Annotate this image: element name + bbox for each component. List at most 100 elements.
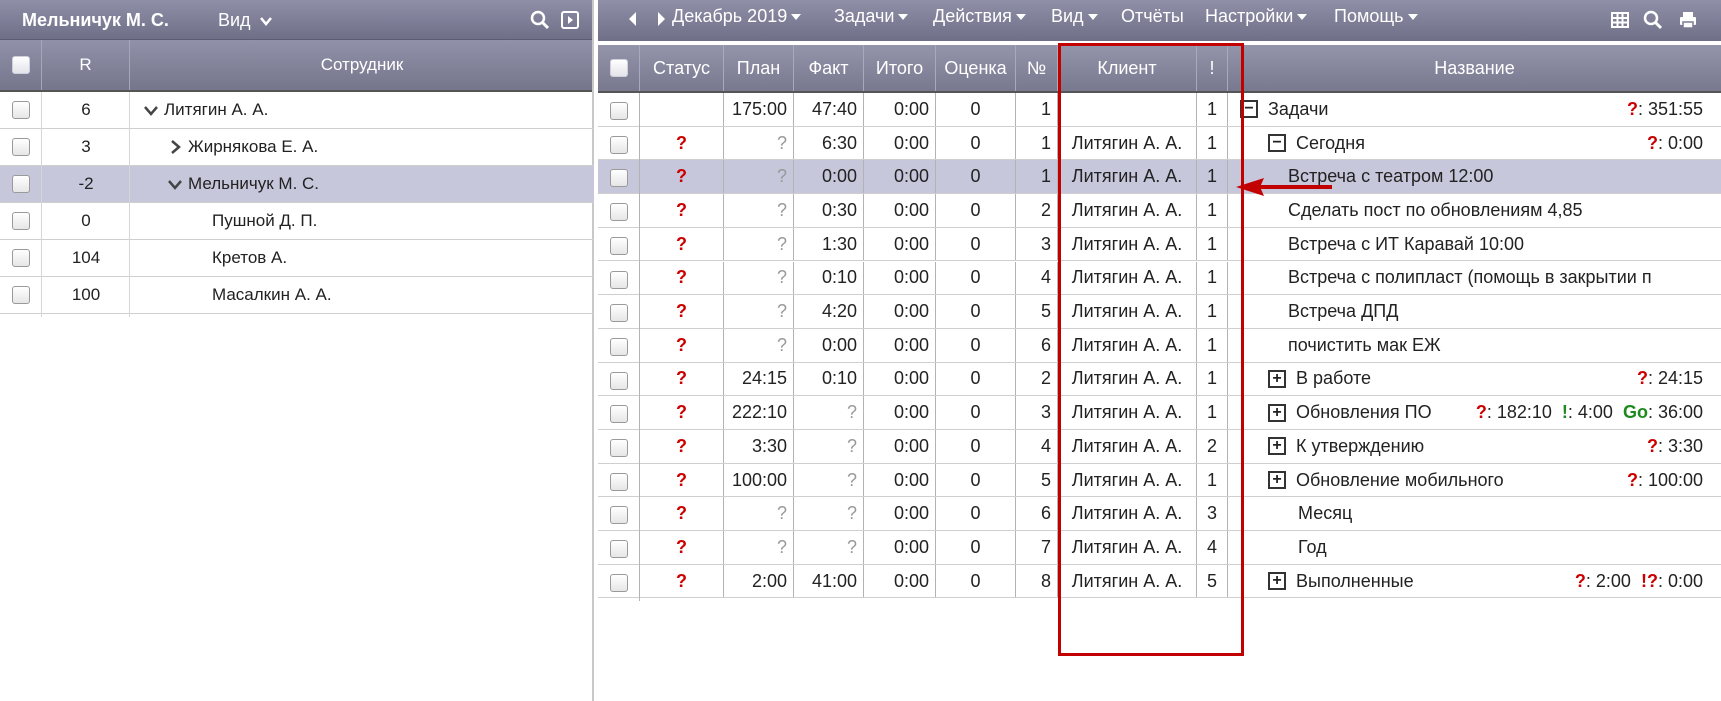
header-number[interactable]: №: [1016, 45, 1058, 91]
search-icon[interactable]: [1643, 10, 1663, 30]
collapse-panel-icon[interactable]: [560, 10, 580, 30]
table-icon[interactable]: [1610, 10, 1630, 30]
priority-cell[interactable]: 1: [1197, 227, 1228, 261]
client-cell[interactable]: Литягин А. А.: [1058, 160, 1197, 194]
employee-row[interactable]: 3 Жирнякова Е. А.: [0, 129, 594, 166]
client-cell[interactable]: Литягин А. А.: [1058, 497, 1197, 531]
employee-name[interactable]: Кретов А.: [212, 248, 287, 268]
status-cell[interactable]: ?: [640, 396, 724, 429]
task-row[interactable]: ?? 0:10 0:00 0 4 Литягин А. А. 1 Встреча с поли…: [598, 261, 1721, 298]
select-all-checkbox[interactable]: [11, 56, 30, 74]
expand-icon[interactable]: +: [1268, 403, 1286, 422]
task-checkbox[interactable]: [609, 135, 628, 154]
task-row[interactable]: ?? 0:00 0:00 0 6 Литягин А. А. 1 почистить мак …: [598, 328, 1721, 365]
task-checkbox[interactable]: [609, 472, 628, 491]
client-cell[interactable]: Литягин А. А.: [1058, 396, 1197, 429]
header-plan[interactable]: План: [724, 45, 794, 91]
client-cell[interactable]: Литягин А. А.: [1058, 227, 1197, 261]
employee-checkbox[interactable]: [12, 175, 30, 193]
task-name-cell[interactable]: − Задачи: [1240, 93, 1328, 126]
task-name-cell[interactable]: почистить мак ЕЖ: [1288, 329, 1441, 362]
employee-row[interactable]: 104 Кретов А.: [0, 240, 594, 277]
client-cell[interactable]: Литягин А. А.: [1058, 362, 1197, 396]
priority-cell[interactable]: 1: [1197, 126, 1228, 160]
expand-icon[interactable]: +: [1268, 369, 1286, 388]
employee-row[interactable]: 6 Литягин А. А.: [0, 92, 594, 129]
task-name-cell[interactable]: + Обновления ПО: [1268, 396, 1432, 429]
task-row[interactable]: ??? 0:00 0 6 Литягин А. А. 3 Месяц: [598, 497, 1721, 534]
task-name-cell[interactable]: Год: [1268, 531, 1327, 564]
print-icon[interactable]: [1678, 10, 1698, 30]
header-fact[interactable]: Факт: [794, 45, 864, 91]
priority-cell[interactable]: 1: [1197, 396, 1228, 429]
priority-cell[interactable]: 1: [1197, 328, 1228, 362]
menu-view[interactable]: Вид: [1051, 6, 1098, 27]
collapse-icon[interactable]: −: [1268, 134, 1286, 153]
expand-icon[interactable]: +: [1268, 437, 1286, 456]
task-checkbox[interactable]: [609, 405, 628, 424]
task-row[interactable]: ? 2:00 41:00 0:00 0 8 Литягин А. А. 5 + Выполненн…: [598, 564, 1721, 601]
employee-checkbox[interactable]: [12, 286, 30, 304]
header-status[interactable]: Статус: [640, 45, 724, 91]
view-menu[interactable]: Вид: [218, 10, 272, 31]
header-name[interactable]: Название: [1228, 45, 1721, 91]
employee-name[interactable]: Мельничук М. С.: [188, 174, 319, 194]
client-cell[interactable]: [1058, 93, 1197, 126]
task-name-cell[interactable]: − Сегодня: [1268, 127, 1365, 160]
task-checkbox[interactable]: [609, 102, 628, 120]
menu-reports[interactable]: Отчёты: [1121, 6, 1184, 27]
priority-cell[interactable]: 1: [1197, 295, 1228, 328]
prev-period-icon[interactable]: [628, 11, 638, 27]
task-row[interactable]: 175:00 47:40 0:00 0 1 1− Задачи?: 351:55: [598, 93, 1721, 129]
employee-row[interactable]: 100 Масалкин А. А.: [0, 277, 594, 314]
employee-row[interactable]: -2 Мельничук М. С.: [0, 166, 594, 203]
collapse-icon[interactable]: −: [1240, 100, 1258, 119]
task-checkbox[interactable]: [609, 337, 628, 356]
task-checkbox[interactable]: [609, 439, 628, 457]
chevron-right-icon[interactable]: [168, 140, 182, 154]
client-cell[interactable]: Литягин А. А.: [1058, 564, 1197, 598]
client-cell[interactable]: Литягин А. А.: [1058, 261, 1197, 295]
header-priority[interactable]: !: [1197, 45, 1228, 91]
task-name-cell[interactable]: + К утверждению: [1268, 430, 1424, 463]
task-name-cell[interactable]: + Выполненные: [1268, 565, 1414, 598]
task-row[interactable]: ? 3:30? 0:00 0 4 Литягин А. А. 2 + К утверждению…: [598, 430, 1721, 466]
priority-cell[interactable]: 2: [1197, 430, 1228, 463]
client-cell[interactable]: Литягин А. А.: [1058, 295, 1197, 328]
priority-cell[interactable]: 1: [1197, 160, 1228, 194]
employee-name[interactable]: Литягин А. А.: [164, 100, 268, 120]
header-select-all-tasks[interactable]: [598, 45, 640, 91]
task-row[interactable]: ?? 0:00 0:00 0 1 Литягин А. А. 1 Встреча с теат…: [598, 160, 1721, 197]
next-period-icon[interactable]: [656, 11, 666, 27]
status-cell[interactable]: ?: [640, 126, 724, 160]
client-cell[interactable]: Литягин А. А.: [1058, 126, 1197, 160]
status-cell[interactable]: ?: [640, 497, 724, 531]
priority-cell[interactable]: 4: [1197, 531, 1228, 564]
header-client[interactable]: Клиент: [1058, 45, 1197, 91]
menu-settings[interactable]: Настройки: [1205, 6, 1308, 27]
task-row[interactable]: ?? 1:30 0:00 0 3 Литягин А. А. 1 Встреча с ИТ К…: [598, 227, 1721, 264]
task-row[interactable]: ?? 0:30 0:00 0 2 Литягин А. А. 1 Сделать пост п…: [598, 194, 1721, 231]
status-cell[interactable]: ?: [640, 430, 724, 463]
client-cell[interactable]: Литягин А. А.: [1058, 531, 1197, 564]
task-checkbox[interactable]: [609, 371, 628, 390]
priority-cell[interactable]: 1: [1197, 93, 1228, 126]
menu-help[interactable]: Помощь: [1334, 6, 1418, 27]
task-checkbox[interactable]: [609, 169, 628, 188]
select-all-tasks-checkbox[interactable]: [609, 59, 628, 77]
header-rating[interactable]: Оценка: [936, 45, 1016, 91]
employee-checkbox[interactable]: [12, 101, 30, 119]
period-select[interactable]: Декабрь 2019: [672, 6, 802, 27]
status-cell[interactable]: ?: [640, 531, 724, 564]
task-name-cell[interactable]: + В работе: [1268, 363, 1371, 396]
task-row[interactable]: ?? 6:30 0:00 0 1 Литягин А. А. 1− Сегодня?: 0:0…: [598, 126, 1721, 163]
client-cell[interactable]: Литягин А. А.: [1058, 430, 1197, 463]
employee-checkbox[interactable]: [12, 249, 30, 267]
status-cell[interactable]: ?: [640, 261, 724, 295]
task-row[interactable]: ?? 4:20 0:00 0 5 Литягин А. А. 1 Встреча ДПД: [598, 295, 1721, 332]
priority-cell[interactable]: 1: [1197, 362, 1228, 396]
status-cell[interactable]: ?: [640, 160, 724, 194]
task-checkbox[interactable]: [609, 573, 628, 592]
task-row[interactable]: ??? 0:00 0 7 Литягин А. А. 4 Год: [598, 531, 1721, 568]
task-checkbox[interactable]: [609, 236, 628, 255]
